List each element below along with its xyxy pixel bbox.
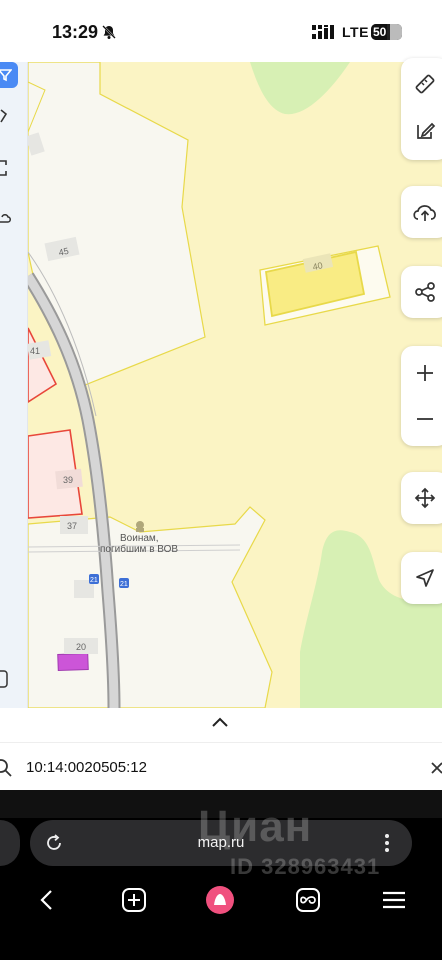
hamburger-menu-icon[interactable] bbox=[380, 886, 408, 914]
tools-group bbox=[401, 58, 442, 160]
new-tab-icon[interactable] bbox=[120, 886, 148, 914]
cloud-upload-icon bbox=[413, 205, 436, 221]
polygon-tool-icon[interactable] bbox=[0, 108, 12, 124]
house-number-40: 40 bbox=[312, 260, 324, 272]
house-number-20: 20 bbox=[76, 642, 86, 652]
search-icon[interactable] bbox=[0, 759, 12, 777]
tabs-icon[interactable] bbox=[294, 886, 322, 914]
zoom-in-icon[interactable] bbox=[414, 362, 436, 384]
map-layer[interactable]: 45 40 41 39 37 20 21 21 Воинам, погибшим… bbox=[0, 62, 442, 708]
house-number-41: 41 bbox=[30, 346, 40, 356]
status-time: 13:29 bbox=[52, 22, 99, 42]
edit-icon[interactable] bbox=[414, 120, 436, 142]
locate-icon bbox=[416, 569, 434, 587]
left-tool-panel bbox=[0, 62, 28, 708]
search-row[interactable]: 10:14:0020505:12 bbox=[0, 742, 442, 790]
battery-icon: 50 bbox=[371, 24, 402, 40]
house-number-45: 45 bbox=[58, 246, 70, 258]
house-number-39: 39 bbox=[63, 475, 73, 485]
move-icon bbox=[414, 487, 436, 509]
filter-icon bbox=[0, 69, 12, 82]
building-pink bbox=[57, 652, 89, 672]
bus-stop-number-2: 21 bbox=[120, 581, 128, 588]
browser-toolbar: map.ru Циан ID 328963431 bbox=[0, 790, 442, 960]
address-bar[interactable]: map.ru bbox=[30, 820, 412, 866]
browser-nav bbox=[0, 876, 442, 928]
bus-stop-number-1: 21 bbox=[90, 577, 98, 584]
alice-assistant-icon[interactable] bbox=[206, 886, 234, 914]
monument-label-line1: Воинам, bbox=[120, 533, 159, 544]
monument-label-line2: погибшим в ВОВ bbox=[100, 543, 178, 555]
search-input[interactable]: 10:14:0020505:12 bbox=[26, 759, 147, 776]
status-bar: 13:29 LTE 50 bbox=[0, 0, 442, 64]
bottom-sheet-handle[interactable] bbox=[0, 708, 442, 742]
zoom-group bbox=[401, 346, 442, 446]
map-canvas[interactable]: 45 40 41 39 37 20 21 21 Воинам, погибшим… bbox=[0, 62, 442, 708]
share-button[interactable] bbox=[401, 266, 442, 318]
network-type: LTE bbox=[342, 24, 369, 40]
locate-button[interactable] bbox=[401, 552, 442, 604]
left-tool-filter[interactable] bbox=[0, 62, 18, 88]
house-number-37: 37 bbox=[67, 521, 77, 531]
move-button[interactable] bbox=[401, 472, 442, 524]
share-icon bbox=[415, 282, 435, 302]
close-icon[interactable] bbox=[430, 761, 442, 775]
back-icon[interactable] bbox=[33, 886, 61, 914]
signal-icon bbox=[312, 25, 334, 39]
chevron-up-icon[interactable] bbox=[210, 715, 230, 729]
ruler-icon[interactable] bbox=[414, 73, 436, 95]
upload-button[interactable] bbox=[401, 186, 442, 238]
previous-tab[interactable] bbox=[0, 820, 20, 866]
monument-marker bbox=[136, 521, 144, 529]
cloud-icon[interactable] bbox=[0, 212, 12, 224]
bell-muted-icon bbox=[102, 25, 116, 39]
more-menu-icon[interactable] bbox=[384, 833, 390, 853]
select-area-icon[interactable] bbox=[0, 160, 10, 176]
battery-percent: 50 bbox=[373, 25, 387, 39]
hidden-page-strip bbox=[0, 790, 442, 818]
layers-icon[interactable] bbox=[0, 670, 10, 688]
zoom-out-icon[interactable] bbox=[414, 408, 436, 430]
url-text[interactable]: map.ru bbox=[30, 834, 412, 851]
battery-empty bbox=[390, 24, 402, 40]
